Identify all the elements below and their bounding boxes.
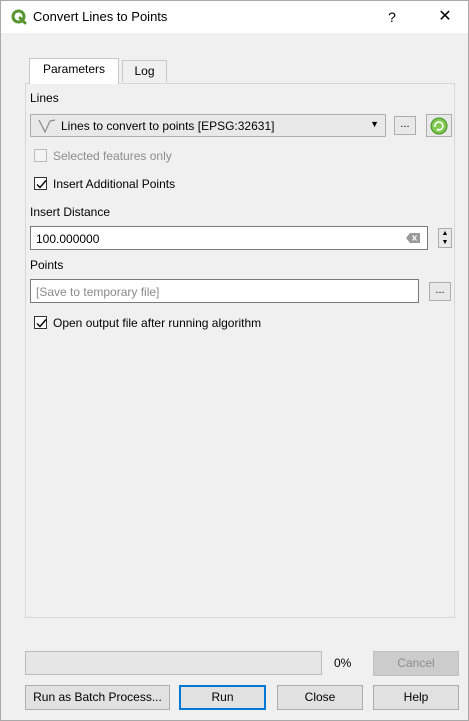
close-icon[interactable]: ✕ <box>433 7 457 27</box>
lines-label: Lines <box>30 91 59 105</box>
lines-browse-button[interactable]: ... <box>394 116 416 135</box>
iterate-button[interactable] <box>426 114 452 137</box>
help-icon[interactable]: ? <box>380 7 404 27</box>
spin-up-icon[interactable]: ▲ <box>439 229 451 238</box>
selected-only-checkbox[interactable] <box>34 149 47 162</box>
parameters-panel <box>25 83 455 618</box>
window-title: Convert Lines to Points <box>33 9 168 24</box>
tab-parameters[interactable]: Parameters <box>29 58 119 84</box>
tab-log[interactable]: Log <box>122 60 167 82</box>
selected-only-label: Selected features only <box>53 149 172 163</box>
insert-distance-value: 100.000000 <box>36 232 100 246</box>
title-bar[interactable]: Convert Lines to Points ? ✕ <box>1 1 468 33</box>
points-browse-button[interactable]: ... <box>429 282 451 301</box>
points-output-input[interactable]: [Save to temporary file] <box>30 279 419 303</box>
chevron-down-icon: ▼ <box>370 119 379 129</box>
qgis-logo-icon <box>11 9 27 25</box>
open-output-checkbox[interactable] <box>34 316 47 329</box>
run-button[interactable]: Run <box>179 685 266 710</box>
insert-points-checkbox[interactable] <box>34 177 47 190</box>
distance-spinbox[interactable]: ▲ ▼ <box>438 228 452 248</box>
line-layer-icon <box>38 119 56 134</box>
lines-layer-combo[interactable]: Lines to convert to points [EPSG:32631] … <box>30 114 386 137</box>
dialog-window: Convert Lines to Points ? ✕ Parameters L… <box>0 0 469 721</box>
points-label: Points <box>30 258 64 272</box>
points-output-placeholder: [Save to temporary file] <box>36 285 160 299</box>
iterate-icon <box>430 117 448 135</box>
close-button[interactable]: Close <box>277 685 363 710</box>
spin-down-icon[interactable]: ▼ <box>439 238 451 247</box>
open-output-label: Open output file after running algorithm <box>53 316 262 330</box>
insert-distance-label: Insert Distance <box>30 205 111 219</box>
lines-layer-value: Lines to convert to points [EPSG:32631] <box>61 119 275 133</box>
run-batch-button[interactable]: Run as Batch Process... <box>25 685 170 710</box>
help-button[interactable]: Help <box>373 685 459 710</box>
cancel-button[interactable]: Cancel <box>373 651 459 676</box>
progress-bar <box>25 651 322 675</box>
progress-percent: 0% <box>334 656 352 670</box>
insert-points-label: Insert Additional Points <box>53 177 176 191</box>
checkmark-icon <box>36 319 47 328</box>
insert-distance-input[interactable]: 100.000000 <box>30 226 428 250</box>
checkmark-icon <box>36 180 47 189</box>
clear-icon[interactable] <box>406 233 420 243</box>
